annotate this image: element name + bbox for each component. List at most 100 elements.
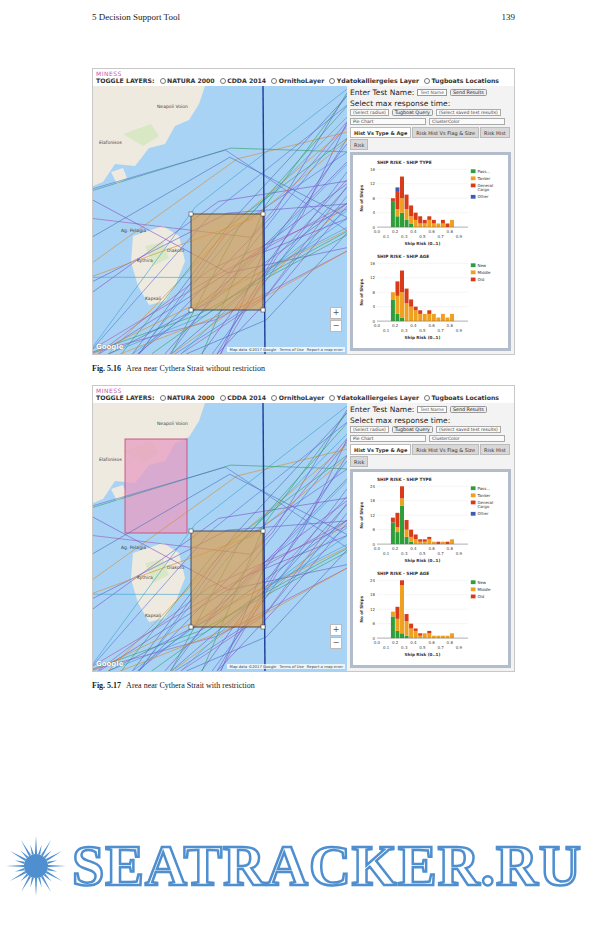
radio-icon[interactable] [160, 395, 166, 401]
histogram-bar[interactable] [395, 607, 399, 619]
histogram-bar[interactable] [422, 541, 426, 543]
resize-handle[interactable] [189, 529, 193, 533]
histogram-bar[interactable] [404, 219, 408, 226]
tab[interactable]: Hist Vs Type & Age [350, 127, 411, 138]
tab[interactable]: Risk Hist Vs Flag & Size [412, 444, 479, 455]
histogram-bar[interactable] [395, 187, 399, 191]
histogram-bar[interactable] [409, 300, 413, 307]
histogram-bar[interactable] [431, 636, 435, 638]
test-name-input[interactable]: Test Name [417, 89, 447, 96]
tab[interactable]: Risk [350, 139, 368, 150]
resize-handle[interactable] [261, 529, 265, 533]
histogram-bar[interactable] [440, 219, 444, 223]
histogram-bar[interactable] [422, 634, 426, 639]
histogram-bar[interactable] [409, 216, 413, 223]
layer-toggle[interactable]: NATURA 2000 [160, 77, 215, 84]
resize-handle[interactable] [261, 625, 265, 629]
histogram-bar[interactable] [436, 541, 440, 543]
tab[interactable]: Hist Vs Type & Age [350, 444, 411, 455]
histogram-bar[interactable] [450, 539, 454, 544]
histogram-bar[interactable] [427, 314, 431, 321]
zoom-out-button[interactable]: − [330, 320, 342, 332]
histogram-bar[interactable] [418, 314, 422, 321]
histogram-bar[interactable] [400, 198, 404, 212]
histogram-bar[interactable] [450, 634, 454, 639]
histogram-bar[interactable] [390, 617, 394, 639]
radio-icon[interactable] [424, 78, 430, 84]
terms-link[interactable]: Terms of Use [279, 347, 303, 352]
histogram-bar[interactable] [404, 622, 408, 636]
histogram-bar[interactable] [422, 539, 426, 541]
histogram-bar[interactable] [413, 539, 417, 544]
radio-icon[interactable] [271, 395, 277, 401]
histogram-bar[interactable] [390, 201, 394, 226]
histogram-bar[interactable] [390, 292, 394, 299]
saved-results-select[interactable]: (Select saved test results) [436, 109, 501, 116]
histogram-bar[interactable] [400, 292, 404, 317]
histogram-bar[interactable] [395, 190, 399, 208]
cluster-color-select[interactable]: ClusterColor [429, 118, 505, 125]
histogram-bar[interactable] [395, 216, 399, 227]
histogram-bar[interactable] [400, 318, 404, 322]
histogram-bar[interactable] [395, 314, 399, 321]
histogram-bar[interactable] [431, 314, 435, 321]
histogram-bar[interactable] [413, 631, 417, 638]
histogram-bar[interactable] [409, 629, 413, 639]
layer-toggle[interactable]: CDDA 2014 [220, 77, 266, 84]
histogram-bar[interactable] [450, 219, 454, 226]
histogram-bar[interactable] [400, 176, 404, 198]
histogram-bar[interactable] [427, 631, 431, 633]
histogram-bar[interactable] [404, 636, 408, 638]
layer-toggle[interactable]: OrnithoLayer [271, 77, 324, 84]
histogram-bar[interactable] [445, 636, 449, 638]
layer-toggle[interactable]: OrnithoLayer [271, 394, 324, 401]
tab[interactable]: Risk [350, 456, 368, 467]
radio-icon[interactable] [220, 78, 226, 84]
histogram-bar[interactable] [409, 536, 413, 541]
histogram-bar[interactable] [400, 634, 404, 639]
histogram-bar[interactable] [445, 541, 449, 543]
histogram-bar[interactable] [400, 505, 404, 544]
histogram-bar[interactable] [427, 216, 431, 220]
histogram-bar[interactable] [418, 311, 422, 315]
histogram-bar[interactable] [450, 314, 454, 321]
map-canvas[interactable]: Neapoli VoionElafonisosKythiraAg. Pelagi… [93, 403, 347, 671]
send-results-button[interactable]: Send Results [450, 89, 487, 96]
histogram-bar[interactable] [400, 212, 404, 226]
layer-toggle[interactable]: Tugboats Locations [424, 77, 499, 84]
resize-handle[interactable] [261, 212, 265, 216]
histogram-bar[interactable] [404, 536, 408, 543]
histogram-bar[interactable] [400, 486, 404, 498]
histogram-bar[interactable] [427, 539, 431, 544]
layer-toggle[interactable]: NATURA 2000 [160, 394, 215, 401]
histogram-bar[interactable] [404, 289, 408, 303]
histogram-bar[interactable] [400, 498, 404, 505]
map[interactable]: Neapoli VoionElafonisosKythiraAg. Pelagi… [93, 86, 347, 354]
histogram-bar[interactable] [409, 541, 413, 543]
histogram-bar[interactable] [404, 194, 408, 208]
report-link[interactable]: Report a map error [307, 664, 343, 669]
resize-handle[interactable] [261, 308, 265, 312]
histogram-bar[interactable] [422, 219, 426, 223]
layer-toggle[interactable]: CDDA 2014 [220, 394, 266, 401]
histogram-bar[interactable] [390, 522, 394, 544]
selection-area[interactable] [191, 214, 263, 310]
layer-toggle[interactable]: Ydatokalliergeies Layer [329, 394, 419, 401]
radio-icon[interactable] [160, 78, 166, 84]
send-results-button[interactable]: Send Results [450, 406, 487, 413]
histogram-bar[interactable] [431, 541, 435, 543]
histogram-bar[interactable] [413, 212, 417, 219]
histogram-bar[interactable] [400, 581, 404, 586]
histogram-bar[interactable] [440, 223, 444, 227]
histogram-bar[interactable] [418, 636, 422, 638]
histogram-bar[interactable] [445, 318, 449, 322]
histogram-bar[interactable] [413, 534, 417, 539]
histogram-bar[interactable] [418, 541, 422, 543]
test-name-input[interactable]: Test Name [417, 406, 447, 413]
tugboat-query-button[interactable]: Tugboat Query [392, 426, 433, 433]
zoom-out-button[interactable]: − [330, 637, 342, 649]
histogram-bar[interactable] [436, 223, 440, 227]
histogram-bar[interactable] [427, 219, 431, 226]
histogram-bar[interactable] [422, 223, 426, 227]
resize-handle[interactable] [189, 625, 193, 629]
